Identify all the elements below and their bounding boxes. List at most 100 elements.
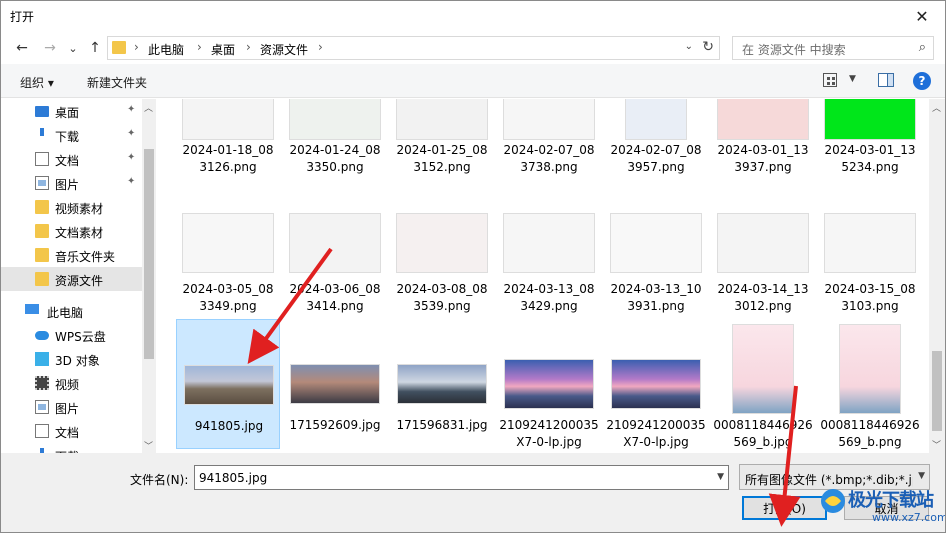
view-dropdown-icon[interactable]: ▼ (849, 74, 856, 84)
file-tile[interactable]: 941805.jpg (176, 319, 280, 449)
pin-icon[interactable]: ✦ (127, 128, 135, 139)
preview-pane-icon[interactable] (878, 73, 894, 87)
file-thumbnail (824, 99, 916, 140)
file-tile[interactable]: 2024-02-07_08 3957.png (604, 99, 708, 224)
pin-icon[interactable]: ✦ (127, 152, 135, 163)
scroll-down-icon[interactable]: ﹀ (144, 439, 153, 452)
file-name-line-1: 0008118446926 (713, 418, 813, 432)
recent-locations-chevron-icon[interactable]: ⌄ (65, 36, 81, 60)
file-tile[interactable]: 2024-03-01_13 5234.png (818, 99, 922, 224)
file-tile[interactable]: 2109241200035 X7-0-lp.jpg (497, 319, 601, 449)
file-name-line-1: 2024-03-15_08 (824, 282, 916, 296)
sidebar-scrollbar-thumb[interactable] (144, 149, 154, 359)
folder-icon (35, 272, 49, 286)
address-dropdown-icon[interactable]: ⌄ (685, 41, 693, 52)
file-tile[interactable]: 2024-02-07_08 3738.png (497, 99, 601, 224)
file-tile[interactable]: 0008118446926 569_b.jpg (711, 319, 815, 449)
file-name-line-2: 3738.png (520, 160, 578, 174)
sidebar-item[interactable]: 此电脑 (1, 299, 142, 323)
sidebar-item-label: 桌面 (55, 106, 80, 120)
sidebar-item[interactable]: 3D 对象 (1, 347, 142, 371)
sidebar-item[interactable]: 视频 (1, 371, 142, 395)
file-name-line-2: 3126.png (199, 160, 257, 174)
file-name-line-1: 2024-01-25_08 (396, 143, 488, 157)
desktop-icon (35, 106, 49, 117)
sidebar-item-label: 文档素材 (55, 226, 104, 240)
sidebar-item[interactable]: 图片 (1, 395, 142, 419)
file-tile[interactable]: 171592609.jpg (283, 319, 387, 449)
sidebar-item[interactable]: 图片 ✦ (1, 171, 142, 195)
scroll-up-icon[interactable]: ︿ (932, 101, 941, 114)
breadcrumb-this-pc[interactable]: 此电脑 (148, 41, 184, 58)
file-name-line-1: 2109241200035 (499, 418, 599, 432)
sidebar-item-label: 文档 (55, 426, 80, 440)
sidebar-item[interactable]: 文档 ✦ (1, 147, 142, 171)
sidebar-item-label: 资源文件 (55, 274, 104, 288)
back-arrow-icon[interactable]: ← (11, 36, 33, 60)
file-name-line-2: 3937.png (734, 160, 792, 174)
filename-input[interactable]: 941805.jpg ▼ (194, 465, 729, 490)
file-tile[interactable]: 2024-01-24_08 3350.png (283, 99, 387, 224)
file-tile[interactable]: 2024-01-18_08 3126.png (176, 99, 280, 224)
file-thumbnail (717, 99, 809, 140)
sidebar-item-label: 视频 (55, 378, 80, 392)
sidebar-item[interactable]: 音乐文件夹 (1, 243, 142, 267)
file-tile[interactable]: 171596831.jpg (390, 319, 494, 449)
file-name-line-2: 569_b.jpg (733, 435, 793, 449)
folder-icon (112, 41, 126, 54)
folder-icon (35, 200, 49, 214)
search-icon[interactable]: ⌕ (919, 40, 926, 55)
filename-label: 文件名(N): (130, 473, 189, 487)
scroll-down-icon[interactable]: ﹀ (932, 438, 941, 451)
file-thumbnail (184, 365, 274, 405)
chevron-down-icon[interactable]: ▼ (918, 471, 925, 481)
breadcrumb-desktop[interactable]: 桌面 (211, 41, 235, 58)
pc-icon (25, 304, 39, 314)
file-tile[interactable]: 2109241200035 X7-0-lp.jpg (604, 319, 708, 449)
open-button[interactable]: 打开(O) (742, 496, 827, 520)
pin-icon[interactable]: ✦ (127, 104, 135, 115)
file-thumbnail (732, 324, 794, 414)
sidebar-item-label: 视频素材 (55, 202, 104, 216)
sidebar-item-label: 图片 (55, 402, 80, 416)
scroll-up-icon[interactable]: ︿ (144, 101, 153, 114)
forward-arrow-icon[interactable]: → (39, 36, 61, 60)
file-tile[interactable]: 2024-03-01_13 3937.png (711, 99, 815, 224)
chevron-down-icon[interactable]: ▼ (717, 472, 724, 482)
sidebar-item[interactable]: WPS云盘 (1, 323, 142, 347)
close-icon[interactable]: ✕ (899, 1, 945, 32)
address-bar[interactable]: › 此电脑 › 桌面 › 资源文件 › ⌄ ↻ (107, 36, 720, 60)
organize-button[interactable]: 组织 ▾ (20, 74, 54, 91)
file-name-line-2: 3931.png (627, 299, 685, 313)
sidebar-item[interactable]: 下载 (1, 443, 142, 453)
file-name-line-2: 5234.png (841, 160, 899, 174)
sidebar-item[interactable]: 视频素材 (1, 195, 142, 219)
file-name-line-2: 3429.png (520, 299, 578, 313)
file-tile[interactable]: 2024-01-25_08 3152.png (390, 99, 494, 224)
sidebar-item[interactable]: 文档素材 (1, 219, 142, 243)
file-list-scrollbar-thumb[interactable] (932, 351, 942, 431)
help-icon[interactable]: ? (913, 72, 931, 90)
file-name-line-2: 3350.png (306, 160, 364, 174)
sidebar-item[interactable]: 文档 (1, 419, 142, 443)
file-tile[interactable]: 0008118446926 569_b.png (818, 319, 922, 449)
file-list: 2024-01-18_08 3126.png 2024-01-24_08 3350.p… (156, 99, 929, 453)
view-options-icon[interactable] (823, 73, 837, 87)
sidebar-item[interactable]: 资源文件 (1, 267, 142, 291)
filename-value: 941805.jpg (199, 471, 268, 485)
sidebar-item[interactable]: 桌面 ✦ (1, 99, 142, 123)
pin-icon[interactable]: ✦ (127, 176, 135, 187)
file-name-line-1: 2024-02-07_08 (503, 143, 595, 157)
search-box[interactable]: 在 资源文件 中搜索 ⌕ (732, 36, 934, 60)
new-folder-button[interactable]: 新建文件夹 (87, 74, 147, 91)
refresh-icon[interactable]: ↻ (702, 39, 714, 55)
up-arrow-icon[interactable]: ↑ (85, 36, 105, 60)
command-toolbar: 组织 ▾ 新建文件夹 ▼ ? (1, 64, 945, 98)
file-thumbnail (290, 364, 380, 404)
sidebar-item[interactable]: 下载 ✦ (1, 123, 142, 147)
watermark-logo-icon (821, 489, 845, 513)
breadcrumb-resource-files[interactable]: 资源文件 (260, 41, 308, 58)
document-icon (35, 152, 49, 166)
file-thumbnail (289, 99, 381, 140)
file-name-line-1: 0008118446926 (820, 418, 920, 432)
